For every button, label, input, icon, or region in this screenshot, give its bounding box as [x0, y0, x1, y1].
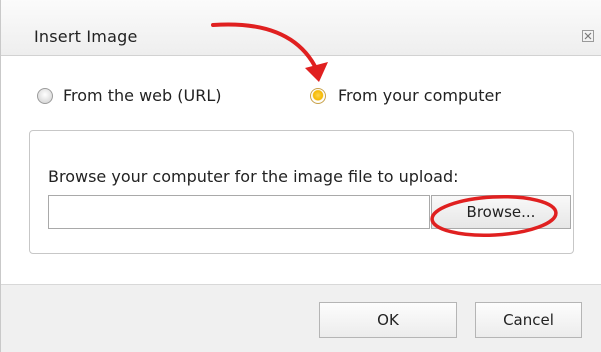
radio-your-computer[interactable]	[310, 88, 326, 104]
dialog-footer: OK Cancel	[1, 284, 601, 352]
dialog-titlebar: Insert Image	[1, 0, 601, 56]
upload-instruction: Browse your computer for the image file …	[48, 167, 459, 186]
radio-web-url-label: From the web (URL)	[63, 86, 222, 105]
ok-button[interactable]: OK	[319, 302, 457, 338]
browse-button[interactable]: Browse...	[431, 195, 571, 229]
close-icon[interactable]	[582, 30, 594, 42]
radio-your-computer-label: From your computer	[338, 86, 501, 105]
dialog-title: Insert Image	[34, 27, 138, 46]
file-path-input[interactable]	[48, 195, 430, 229]
insert-image-dialog: Insert Image From the web (URL) From you…	[0, 0, 601, 352]
annotation-arrow-head	[305, 62, 328, 82]
radio-web-url[interactable]	[37, 88, 53, 104]
cancel-button[interactable]: Cancel	[475, 302, 582, 338]
upload-panel: Browse your computer for the image file …	[29, 130, 574, 254]
